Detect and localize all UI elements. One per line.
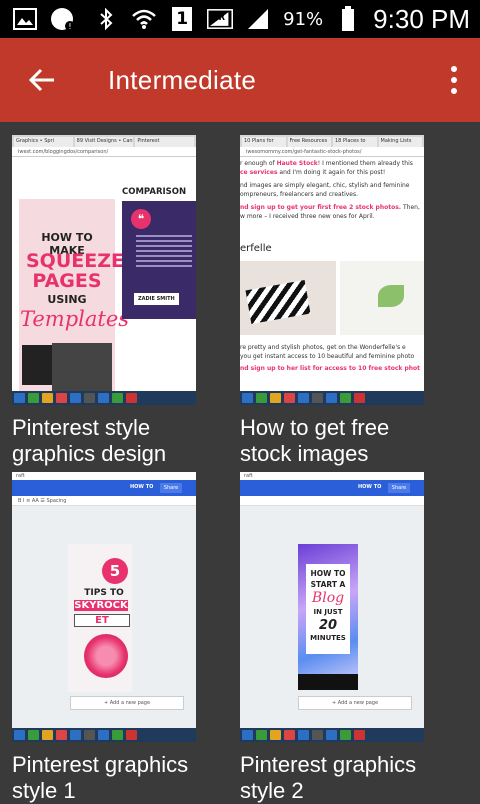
wifi-icon (131, 6, 157, 32)
taskbar (240, 391, 424, 405)
status-bar: ! 1 R 91% 9:30 PM (0, 0, 480, 38)
taskbar (12, 728, 196, 742)
person-photo (52, 343, 112, 393)
video-title: Pinterest style graphics design (12, 415, 167, 466)
battery-percent: 91% (283, 8, 324, 30)
video-card-pinterest-graphics-style-2[interactable]: raft HOW TO Share HOW TO START A Blog IN… (240, 472, 424, 804)
video-title: How to get free stock images (240, 415, 390, 466)
sim-slot-label: 1 (172, 7, 193, 31)
battery-icon (335, 6, 361, 32)
back-button[interactable] (20, 58, 64, 102)
more-vertical-icon (451, 66, 457, 72)
taskbar (240, 728, 424, 742)
video-title: Pinterest graphics style 1 (12, 752, 189, 803)
browser-url: iwesomommy.com/get-fantastic-stock-photo… (240, 147, 424, 157)
video-title: Pinterest graphics style 2 (240, 752, 417, 803)
signal-r-icon: R (207, 6, 234, 32)
flower-image (84, 634, 128, 678)
video-thumbnail[interactable]: Graphics • Spri 89 Visit Designs • Canva… (12, 135, 196, 405)
video-card-how-to-get-free-stock-images[interactable]: 10 Plans for Free Resources 18 Places to… (240, 135, 424, 467)
svg-text:R: R (219, 12, 226, 22)
video-thumbnail[interactable]: raft HOW TO Share B I ≡ AA ☰ Spacing 5 T… (12, 472, 196, 742)
editor-toolbar: HOW TO Share (240, 480, 424, 496)
browser-url: iwest.com/bloggingdos/comparison/ (12, 147, 196, 157)
editor-toolbar: HOW TO Share (12, 480, 196, 496)
quote-icon: ❝ (131, 209, 151, 229)
image-icon (12, 6, 38, 32)
more-options-button[interactable] (444, 58, 464, 102)
clock: 9:30 PM (373, 3, 470, 34)
signal-icon (245, 6, 271, 32)
article-text: re pretty and stylish photos, get on the… (240, 344, 421, 372)
gallery-badge-icon: ! (50, 6, 76, 32)
bluetooth-icon (93, 6, 119, 32)
app-bar: Intermediate (0, 38, 480, 122)
video-thumbnail[interactable]: raft HOW TO Share HOW TO START A Blog IN… (240, 472, 424, 742)
video-thumbnail[interactable]: 10 Plans for Free Resources 18 Places to… (240, 135, 424, 405)
video-card-pinterest-graphics-style-1[interactable]: raft HOW TO Share B I ≡ AA ☰ Spacing 5 T… (12, 472, 196, 804)
sim-icon: 1 (169, 6, 195, 32)
page-title: Intermediate (108, 64, 257, 95)
article-text: r enough of Haute Stock! I mentioned the… (240, 160, 420, 220)
video-card-pinterest-style-graphics-design[interactable]: Graphics • Spri 89 Visit Designs • Canva… (12, 135, 196, 467)
back-arrow-icon (28, 68, 54, 92)
browser-tabs: Graphics • Spri 89 Visit Designs • Canva… (12, 135, 196, 147)
browser-tabs: 10 Plans for Free Resources 18 Places to… (240, 135, 424, 147)
svg-text:!: ! (68, 22, 71, 31)
taskbar (12, 391, 196, 405)
